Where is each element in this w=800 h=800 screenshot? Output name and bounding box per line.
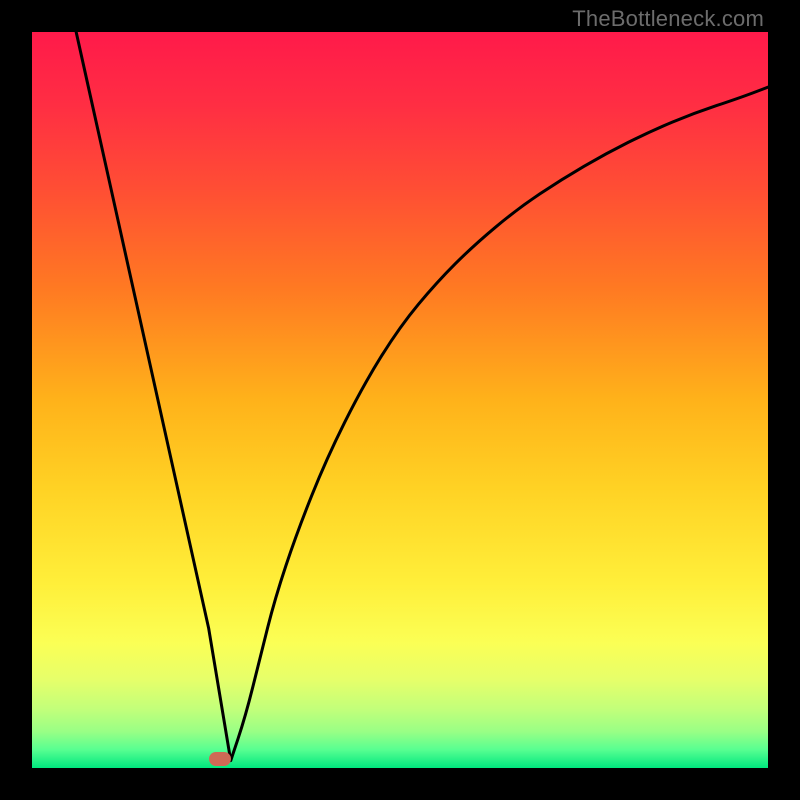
- bottleneck-curve: [32, 32, 768, 768]
- optimal-marker: [209, 752, 231, 766]
- plot-area: [32, 32, 768, 768]
- watermark-text: TheBottleneck.com: [572, 6, 764, 32]
- plot-frame: [32, 32, 768, 768]
- curve-path: [76, 32, 768, 761]
